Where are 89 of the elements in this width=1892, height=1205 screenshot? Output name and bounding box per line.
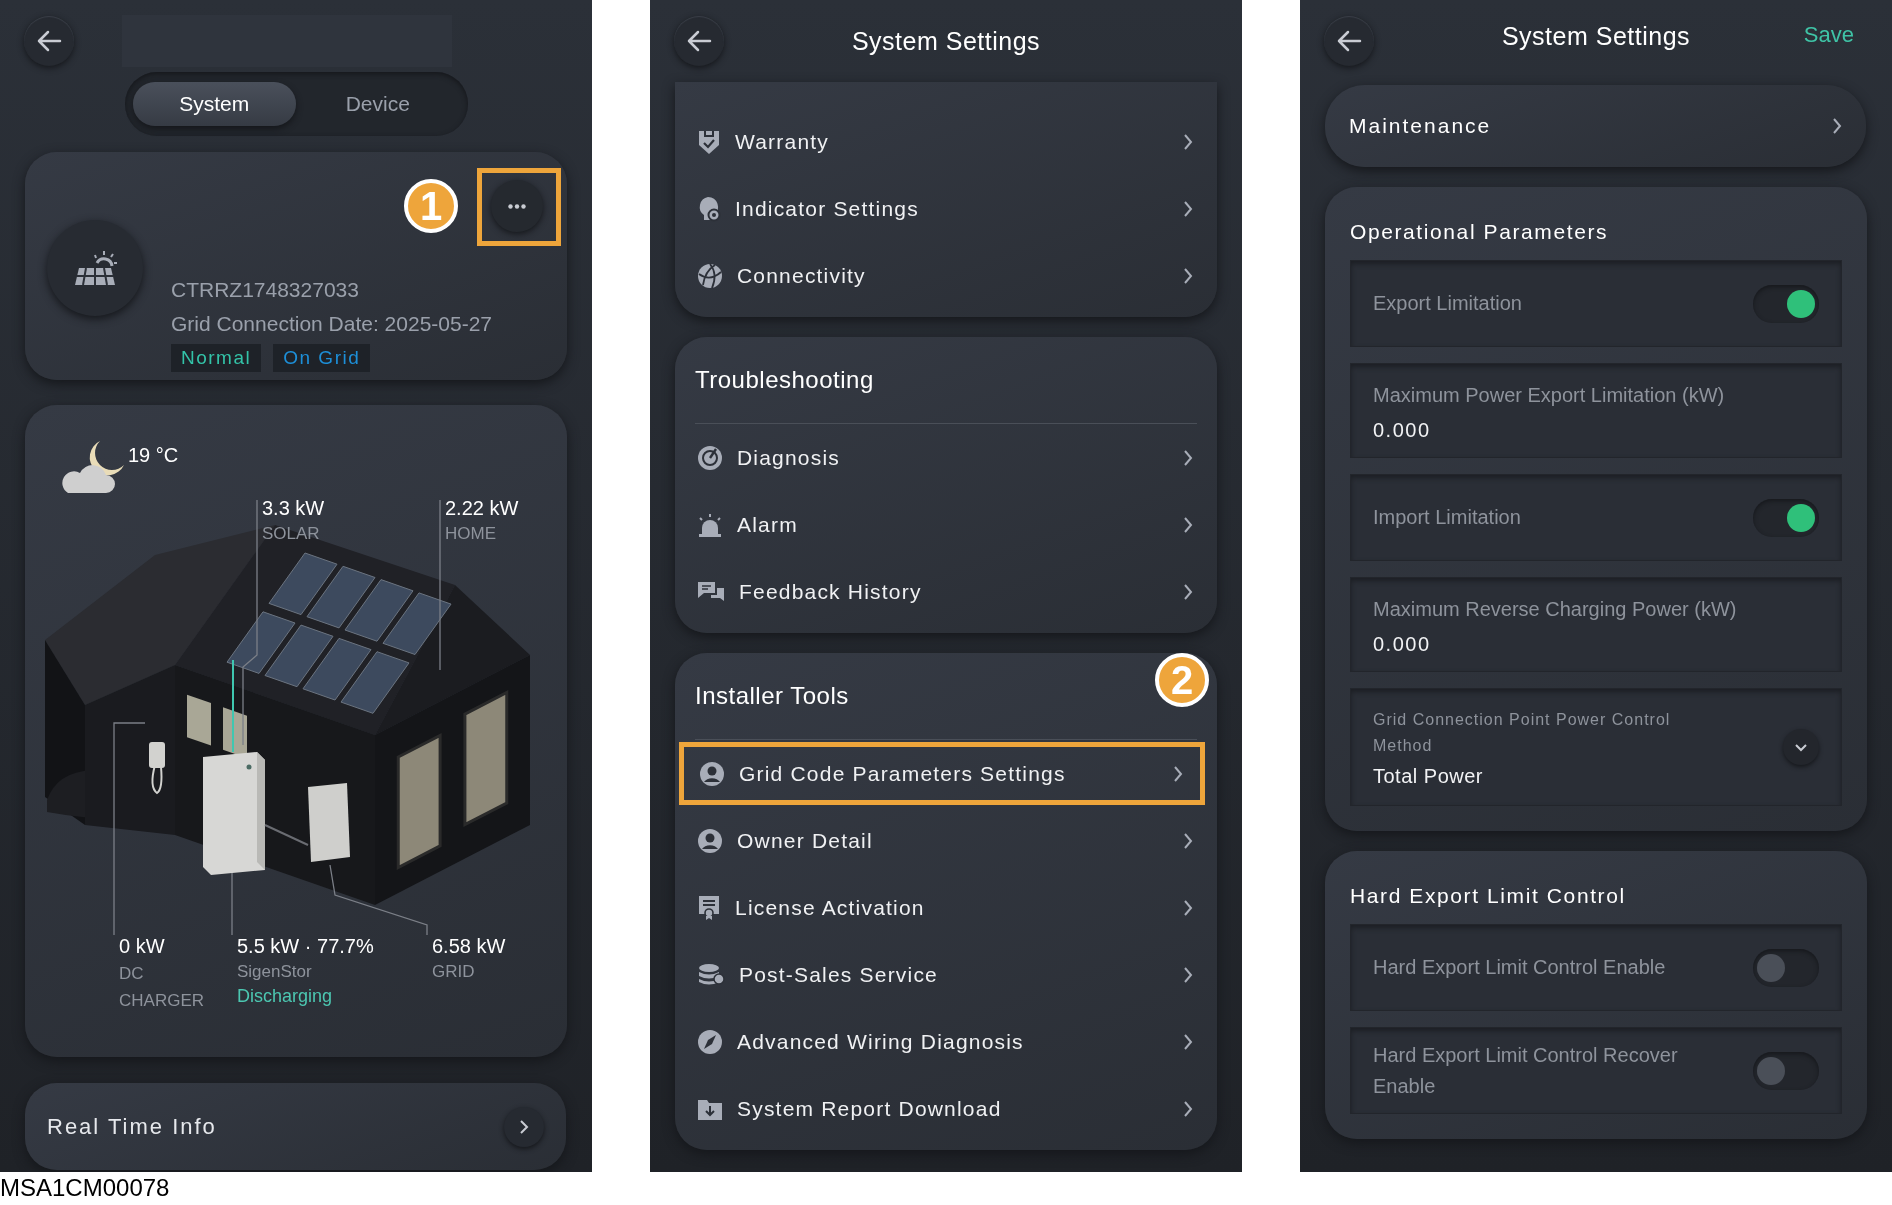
back-button[interactable]	[1324, 16, 1374, 66]
callout-number: 1	[404, 179, 458, 233]
real-time-info-row[interactable]: Real Time Info	[25, 1083, 566, 1170]
more-button[interactable]	[491, 180, 543, 232]
certificate-icon	[697, 894, 721, 921]
back-button[interactable]	[674, 16, 724, 66]
menu-item[interactable]: Indicator Settings	[675, 175, 1217, 242]
section-title: Troubleshooting	[695, 366, 874, 394]
back-arrow-icon	[1336, 30, 1362, 52]
back-arrow-icon	[686, 30, 712, 52]
menu-item[interactable]: Connectivity	[675, 242, 1217, 309]
globe-icon	[697, 262, 723, 289]
power-value: 5.5 kW · 77.7%	[237, 935, 374, 958]
section-title: Installer Tools	[695, 682, 849, 710]
chevron-right-icon	[1832, 117, 1842, 135]
toggle-switch[interactable]	[1753, 498, 1819, 537]
power-label: HOME	[445, 524, 497, 544]
back-arrow-icon	[36, 30, 62, 52]
section-title: Hard Export Limit Control	[1350, 883, 1627, 908]
power-value: 0 kW	[119, 935, 166, 958]
chat-icon	[697, 579, 725, 604]
dropdown-field[interactable]: Grid Connection Point Power Control Method Total Power	[1350, 688, 1842, 806]
screen-title: System Settings	[851, 26, 1041, 56]
chevron-right-icon	[1183, 199, 1193, 218]
screen-title: System Settings	[1501, 21, 1691, 51]
connection-date: Grid Connection Date: 2025-05-27	[171, 312, 493, 336]
view-tab[interactable]: System	[132, 82, 296, 126]
chevron-right-icon	[1183, 515, 1193, 534]
chevron-right-icon	[504, 1106, 544, 1147]
toggle-switch[interactable]	[1753, 1051, 1819, 1090]
status-tag: On Grid	[273, 344, 371, 372]
figure-code: MSA1CM00078	[0, 1174, 170, 1202]
power-value: 3.3 kW	[262, 497, 325, 520]
input-field[interactable]: Maximum Reverse Charging Power (kW) 0.000	[1350, 577, 1842, 672]
leader-line	[231, 872, 233, 936]
chevron-right-icon	[1183, 266, 1193, 285]
menu-item[interactable]: Owner Detail	[675, 807, 1217, 874]
back-button[interactable]	[24, 16, 74, 66]
setting-label: Export Limitation	[1373, 291, 1522, 316]
temperature: 19 °C	[128, 444, 179, 467]
chevron-right-icon	[1183, 448, 1193, 467]
chevron-right-icon	[1183, 132, 1193, 151]
menu-item[interactable]: Feedback History	[675, 558, 1217, 625]
menu-item[interactable]: Post-Sales Service	[675, 941, 1217, 1008]
weather-icon	[60, 439, 126, 495]
setting-label: Hard Export Limit Control Recover Enable	[1373, 1042, 1679, 1099]
status-tag: Normal	[171, 344, 262, 372]
power-label: SOLAR	[262, 524, 321, 544]
chevron-right-icon	[1183, 898, 1193, 917]
setting-label: Import Limitation	[1373, 505, 1521, 530]
input-field[interactable]: Maximum Power Export Limitation (kW) 0.000	[1350, 363, 1842, 458]
chevron-right-icon	[1183, 965, 1193, 984]
menu-item[interactable]: Warranty	[675, 108, 1217, 175]
power-label: SigenStor	[237, 962, 313, 982]
user-icon	[697, 827, 723, 854]
power-value: 6.58 kW	[432, 935, 506, 958]
save-button[interactable]: Save	[1803, 22, 1854, 48]
bulb-gear-icon	[697, 195, 721, 222]
setting-label: Hard Export Limit Control Enable	[1373, 955, 1666, 980]
menu-item[interactable]: System Report Download	[675, 1075, 1217, 1142]
battery-status: Discharging	[237, 986, 334, 1007]
chevron-right-icon	[1173, 764, 1183, 783]
menu-item[interactable]: Diagnosis	[675, 424, 1217, 491]
chevron-down-icon	[1783, 729, 1819, 765]
chevron-right-icon	[1183, 831, 1193, 850]
solar-panel-icon	[73, 249, 117, 287]
user-icon	[699, 760, 725, 787]
maintenance-row[interactable]: Maintenance	[1325, 85, 1866, 167]
menu-item[interactable]: Grid Code Parameters Settings	[677, 740, 1207, 807]
shield-icon	[697, 128, 721, 155]
view-tab[interactable]: Device	[296, 82, 460, 126]
menu-item[interactable]: Advanced Wiring Diagnosis	[675, 1008, 1217, 1075]
menu-item[interactable]: Alarm	[675, 491, 1217, 558]
gauge-icon	[697, 444, 723, 471]
power-label: GRID	[432, 962, 476, 982]
more-icon	[508, 203, 526, 209]
chevron-right-icon	[1183, 582, 1193, 601]
section-title: Operational Parameters	[1350, 219, 1610, 244]
serial-number: CTRRZ1748327033	[171, 278, 360, 302]
toggle-switch[interactable]	[1753, 284, 1819, 323]
compass-icon	[697, 1028, 723, 1055]
coins-icon	[697, 962, 725, 987]
toggle-switch[interactable]	[1753, 948, 1819, 987]
power-value: 2.22 kW	[445, 497, 519, 520]
menu-item[interactable]: License Activation	[675, 874, 1217, 941]
callout-number: 2	[1155, 653, 1209, 707]
chevron-right-icon	[1183, 1032, 1193, 1051]
chevron-right-icon	[1183, 1099, 1193, 1118]
alarm-icon	[697, 511, 723, 538]
